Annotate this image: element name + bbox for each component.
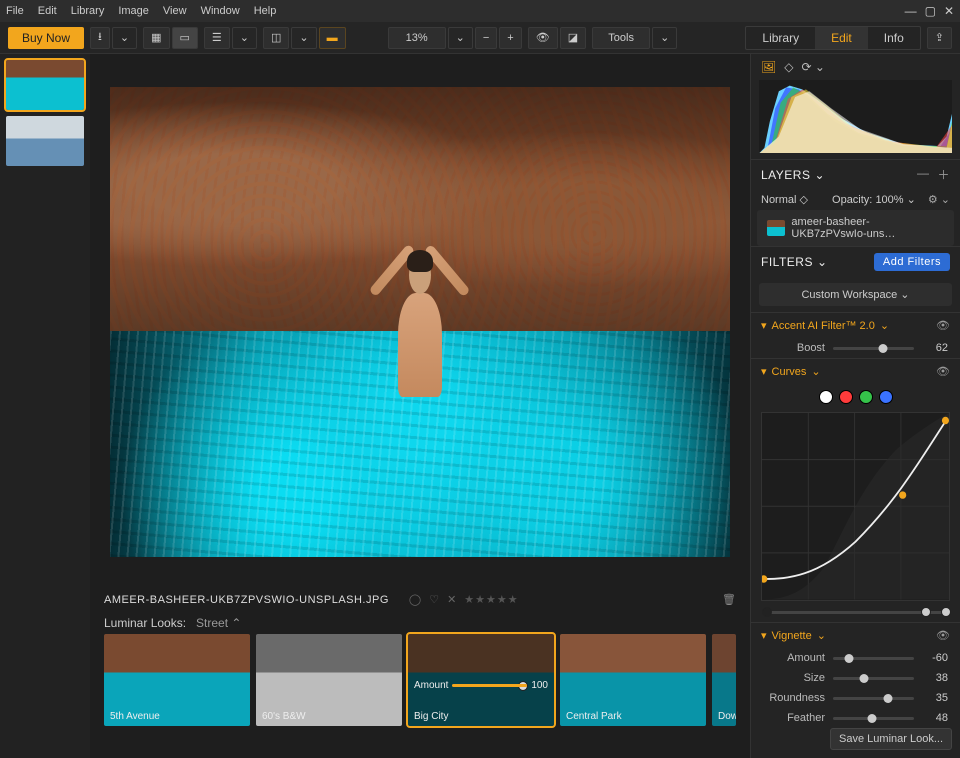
menu-view[interactable]: View — [163, 5, 187, 17]
image-meta-bar: AMEER-BASHEER-UKB7ZPVSWIO-UNSPLASH.JPG ◯… — [90, 589, 750, 610]
looks-label: Luminar Looks: — [104, 616, 186, 630]
curves-channels — [751, 384, 960, 410]
layer-name: ameer-basheer-UKB7zPVswIo-uns… — [791, 216, 944, 240]
menu-edit[interactable]: Edit — [38, 5, 57, 17]
vignette-size-slider[interactable]: Size38 — [751, 668, 960, 688]
export-button[interactable]: ⭳ — [90, 27, 110, 49]
eye-icon[interactable]: 👁 — [936, 319, 950, 332]
filter-curves[interactable]: ▾Curves⌄ 👁 — [751, 358, 960, 384]
look-amount-value: 100 — [531, 680, 548, 691]
vignette-feather-slider[interactable]: Feather48 — [751, 708, 960, 728]
layer-collapse-icon[interactable]: — — [917, 166, 930, 183]
list-dropdown[interactable]: ⌄ — [232, 27, 257, 49]
tab-library[interactable]: Library — [746, 27, 815, 49]
maximize-icon[interactable]: ▢ — [925, 4, 936, 18]
compare-icon[interactable]: ◪ — [560, 27, 586, 49]
layers-header[interactable]: LAYERS⌄ —＋ — [751, 159, 960, 189]
layer-add-icon[interactable]: ＋ — [937, 166, 950, 183]
viewport: AMEER-BASHEER-UKB7ZPVSWIO-UNSPLASH.JPG ◯… — [90, 54, 750, 758]
histogram-history-icon[interactable]: ⟳ ⌄ — [801, 60, 824, 74]
channel-green[interactable] — [859, 390, 873, 404]
zoom-level[interactable]: 13% — [388, 27, 446, 49]
look-preset[interactable]: 5th Avenue — [104, 634, 250, 726]
menu-file[interactable]: File — [6, 5, 24, 17]
add-filters-button[interactable]: Add Filters — [874, 253, 950, 271]
filmstrip-toggle-icon[interactable]: ▬ — [319, 27, 346, 49]
histogram[interactable] — [759, 80, 952, 153]
curves-graph[interactable] — [761, 412, 950, 601]
filter-accent-ai[interactable]: ▾Accent AI Filter™ 2.0⌄ 👁 — [751, 312, 960, 338]
sidebar-dropdown[interactable]: ⌄ — [291, 27, 316, 49]
trash-icon[interactable]: 🗑 — [722, 593, 736, 606]
menu-image[interactable]: Image — [118, 5, 149, 17]
preview-eye-icon[interactable]: 👁 — [528, 27, 558, 49]
menu-library[interactable]: Library — [71, 5, 105, 17]
curves-range-slider[interactable] — [751, 609, 960, 622]
look-amount-label: Amount — [414, 680, 448, 691]
canvas[interactable] — [90, 54, 750, 589]
tools-dropdown[interactable]: ⌄ — [652, 27, 677, 49]
channel-blue[interactable] — [879, 390, 893, 404]
tools-button[interactable]: Tools — [592, 27, 650, 49]
file-name: AMEER-BASHEER-UKB7ZPVSWIO-UNSPLASH.JPG — [104, 594, 389, 606]
gear-icon[interactable]: ⚙ ⌄ — [928, 193, 950, 206]
sidebar-left-icon[interactable]: ◫ — [263, 27, 289, 49]
tab-info[interactable]: Info — [868, 27, 920, 49]
channel-red[interactable] — [839, 390, 853, 404]
vignette-roundness-slider[interactable]: Roundness35 — [751, 688, 960, 708]
buy-now-button[interactable]: Buy Now — [8, 27, 84, 49]
window-controls: — ▢ ✕ — [905, 4, 954, 18]
workspace-select[interactable]: Custom Workspace ⌄ — [759, 283, 952, 306]
thumbnail[interactable] — [6, 116, 84, 166]
layer-thumb — [767, 220, 785, 236]
look-amount-slider[interactable] — [452, 684, 527, 687]
look-preset[interactable]: Amount100 Big City — [408, 634, 554, 726]
list-icon[interactable]: ☰ — [204, 27, 230, 49]
layer-item[interactable]: ameer-basheer-UKB7zPVswIo-uns… — [757, 210, 954, 246]
right-panel: 🖼 ◇ ⟳ ⌄ LAYERS⌄ —＋ Normal ◇ Opacity: 100… — [750, 54, 960, 758]
blend-mode[interactable]: Normal ◇ — [761, 193, 808, 206]
share-icon[interactable]: ⇪ — [927, 27, 952, 49]
eye-icon[interactable]: 👁 — [936, 365, 950, 378]
minimize-icon[interactable]: — — [905, 4, 917, 18]
look-preset[interactable]: Central Park — [560, 634, 706, 726]
toolbar: Buy Now ⭳ ⌄ ▦ ▭ ☰ ⌄ ◫ ⌄ ▬ 13% ⌄ − + 👁 ◪ … — [0, 22, 960, 54]
single-view-icon[interactable]: ▭ — [172, 27, 198, 49]
favorite-icon[interactable]: ♡ — [429, 593, 439, 606]
looks-strip[interactable]: 5th Avenue 60's B&W Amount100 Big City C… — [90, 634, 750, 758]
rating-stars[interactable]: ★★★★★ — [464, 593, 518, 606]
menubar: File Edit Library Image View Window Help… — [0, 0, 960, 22]
menu-window[interactable]: Window — [201, 5, 240, 17]
looks-header: Luminar Looks: Street ⌃ — [90, 610, 750, 634]
zoom-out-button[interactable]: − — [475, 27, 497, 49]
filter-vignette[interactable]: ▾Vignette⌄ 👁 — [751, 622, 960, 648]
histogram-photo-icon[interactable]: 🖼 — [761, 60, 776, 74]
tab-edit[interactable]: Edit — [815, 27, 868, 49]
looks-category[interactable]: Street ⌃ — [196, 616, 241, 630]
filters-header: FILTERS⌄ Add Filters — [751, 246, 960, 277]
mode-tabs: Library Edit Info — [745, 26, 920, 50]
photo — [110, 87, 730, 557]
channel-rgb[interactable] — [819, 390, 833, 404]
save-look-button[interactable]: Save Luminar Look... — [830, 728, 952, 750]
boost-slider[interactable]: Boost 62 — [751, 338, 960, 358]
close-icon[interactable]: ✕ — [944, 4, 954, 18]
reject-icon[interactable]: ✕ — [447, 593, 456, 606]
histogram-layers-icon[interactable]: ◇ — [784, 60, 793, 74]
zoom-dropdown[interactable]: ⌄ — [448, 27, 473, 49]
grid-view-icon[interactable]: ▦ — [143, 27, 169, 49]
thumbnail[interactable] — [6, 60, 84, 110]
filmstrip — [0, 54, 90, 758]
look-preset[interactable]: Downt — [712, 634, 736, 726]
vignette-amount-slider[interactable]: Amount-60 — [751, 648, 960, 668]
look-preset[interactable]: 60's B&W — [256, 634, 402, 726]
export-dropdown[interactable]: ⌄ — [112, 27, 137, 49]
zoom-in-button[interactable]: + — [499, 27, 521, 49]
menu-help[interactable]: Help — [254, 5, 277, 17]
eye-icon[interactable]: 👁 — [936, 629, 950, 642]
color-tag-icon[interactable]: ◯ — [409, 593, 421, 606]
